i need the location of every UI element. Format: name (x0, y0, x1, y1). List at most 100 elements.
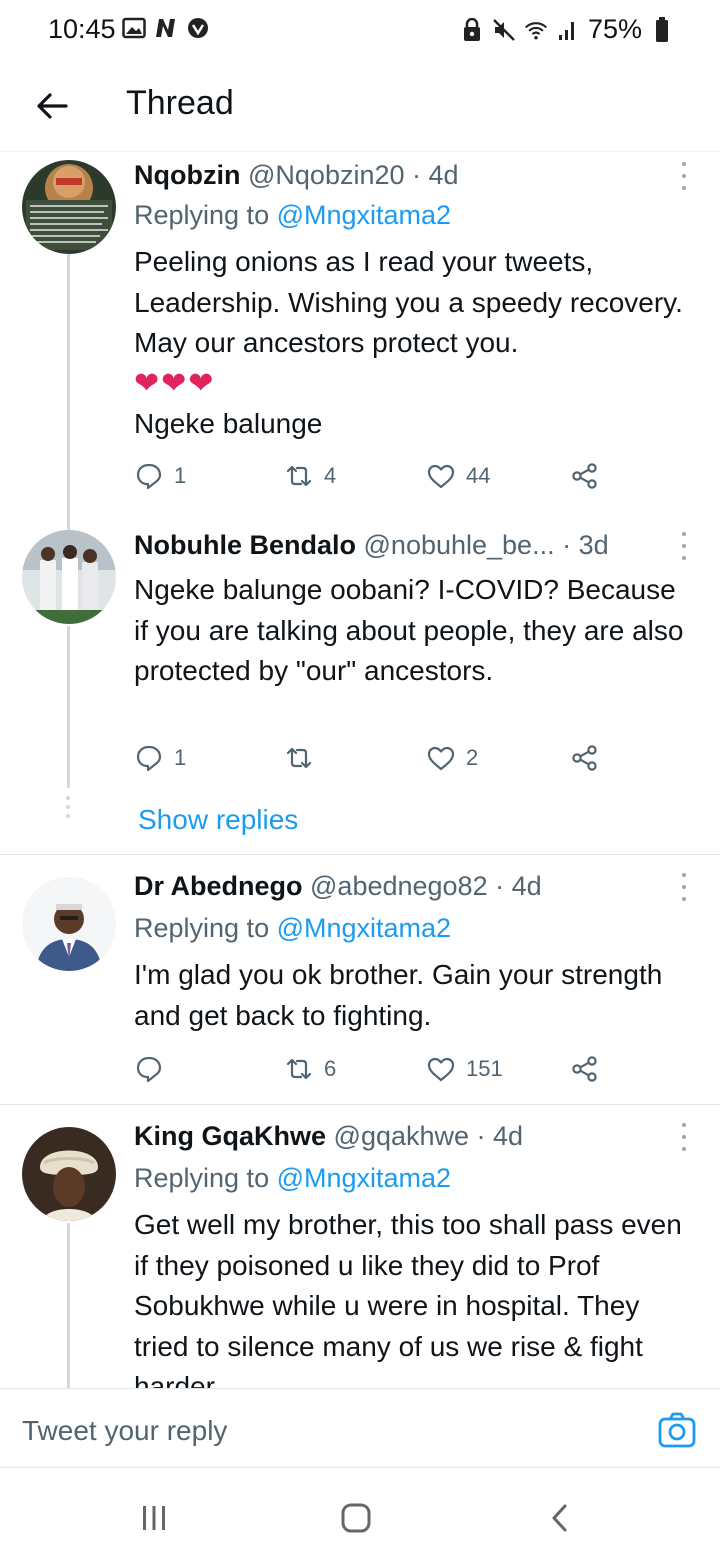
show-replies-link[interactable]: Show replies (138, 804, 298, 836)
thread-connector (67, 1223, 70, 1388)
tweet-text: I'm glad you ok brother. Gain your stren… (134, 959, 663, 1031)
replying-prefix: Replying to (134, 913, 277, 943)
reply-icon (136, 745, 162, 772)
thread-connector (67, 514, 70, 530)
tweet[interactable]: Nobuhle Bendalo @nobuhle_be... · 3d Ngek… (0, 514, 720, 854)
share-button[interactable] (570, 458, 600, 494)
tweet-actions: 1 2 (134, 740, 614, 776)
tweet-text: Get well my brother, this too shall pass… (134, 1209, 682, 1388)
replying-handle[interactable]: @Mngxitama2 (277, 1163, 451, 1193)
avatar[interactable] (22, 160, 116, 254)
replying-prefix: Replying to (134, 200, 277, 230)
reply-composer (0, 1388, 720, 1468)
reply-icon (136, 463, 162, 490)
tweet-header: King GqaKhwe @gqakhwe · 4d (134, 1121, 668, 1152)
app-header: Thread (0, 58, 720, 152)
tweet-text-line: Ngeke balunge (134, 407, 323, 439)
tweet[interactable]: Dr Abednego @abednego82 · 4d Replying to… (0, 854, 720, 1104)
thread-gap-dots (66, 796, 70, 818)
page-title: Thread (126, 84, 234, 122)
back-arrow-icon[interactable] (32, 86, 72, 126)
tweet-actions: 1 4 44 (134, 458, 614, 494)
wifi-icon (524, 18, 548, 42)
reply-count: 1 (174, 745, 187, 770)
recent-apps-icon[interactable] (134, 1502, 174, 1534)
retweet-count: 6 (324, 1056, 337, 1081)
tweet-reply-input[interactable] (22, 1415, 582, 1447)
replying-to: Replying to @Mngxitama2 (134, 200, 451, 231)
replying-to: Replying to @Mngxitama2 (134, 1163, 451, 1194)
retweet-button[interactable] (284, 740, 324, 776)
display-name[interactable]: Nqobzin (134, 160, 240, 190)
heart-icon (427, 464, 455, 489)
retweet-button[interactable]: 6 (284, 1051, 336, 1087)
home-icon[interactable] (336, 1502, 376, 1534)
system-nav-bar (0, 1468, 720, 1560)
status-time: 10:45 (48, 14, 116, 44)
reply-icon (136, 1056, 162, 1083)
handle-time: @gqakhwe · 4d (333, 1121, 524, 1151)
display-name[interactable]: King GqaKhwe (134, 1121, 326, 1151)
back-nav-icon[interactable] (540, 1502, 580, 1534)
like-button[interactable]: 151 (426, 1051, 503, 1087)
share-button[interactable] (570, 1051, 600, 1087)
reply-button[interactable]: 1 (134, 740, 186, 776)
like-button[interactable]: 2 (426, 740, 478, 776)
avatar[interactable] (22, 530, 116, 624)
avatar[interactable] (22, 1127, 116, 1221)
reply-button[interactable] (134, 1051, 174, 1087)
vpn-icon (186, 16, 210, 40)
retweet-icon (286, 747, 312, 769)
status-right: 75% (460, 14, 674, 45)
more-options-icon[interactable] (676, 1123, 692, 1151)
more-options-icon[interactable] (676, 162, 692, 190)
share-icon (572, 1056, 597, 1082)
display-name[interactable]: Dr Abednego (134, 871, 303, 901)
handle-time: @nobuhle_be... · 3d (363, 530, 609, 560)
reply-count: 1 (174, 463, 187, 488)
like-count: 2 (466, 745, 479, 770)
tweet-text: Ngeke balunge oobani? I-COVID? Because i… (134, 574, 684, 686)
signal-icon (556, 18, 580, 42)
display-name[interactable]: Nobuhle Bendalo (134, 530, 356, 560)
mute-icon (492, 18, 516, 42)
avatar[interactable] (22, 877, 116, 971)
battery-icon (650, 16, 674, 42)
more-options-icon[interactable] (676, 532, 692, 560)
tweet-text-line: Peeling onions as I read your tweets, Le… (134, 246, 683, 358)
status-left-icons (122, 16, 210, 40)
replying-handle[interactable]: @Mngxitama2 (277, 200, 451, 230)
heart-emojis: ❤❤❤ (134, 366, 216, 400)
replying-prefix: Replying to (134, 1163, 277, 1193)
thread-connector (67, 626, 70, 788)
gallery-icon (122, 16, 146, 40)
tweet[interactable]: King GqaKhwe @gqakhwe · 4d Replying to @… (0, 1104, 720, 1388)
replying-to: Replying to @Mngxitama2 (134, 913, 451, 944)
handle-time: @Nqobzin20 · 4d (248, 160, 459, 190)
reply-button[interactable]: 1 (134, 458, 186, 494)
retweet-button[interactable]: 4 (284, 458, 336, 494)
battery-percent: 75% (587, 14, 642, 44)
tweet-header: Dr Abednego @abednego82 · 4d (134, 871, 668, 902)
like-count: 44 (466, 463, 491, 488)
status-bar: 10:45 75% (0, 0, 720, 58)
tweet-actions: 6 151 (134, 1051, 614, 1087)
tweet[interactable]: Nqobzin @Nqobzin20 · 4d Replying to @Mng… (0, 152, 720, 514)
share-button[interactable] (570, 740, 600, 776)
thread-list: Nqobzin @Nqobzin20 · 4d Replying to @Mng… (0, 152, 720, 1388)
retweet-count: 4 (324, 463, 337, 488)
like-button[interactable]: 44 (426, 458, 490, 494)
retweet-icon (286, 465, 312, 487)
n-app-icon (154, 16, 178, 40)
heart-icon (427, 1057, 455, 1082)
more-options-icon[interactable] (676, 873, 692, 901)
thread-connector (67, 254, 70, 514)
camera-icon[interactable] (658, 1411, 696, 1449)
replying-handle[interactable]: @Mngxitama2 (277, 913, 451, 943)
tweet-header: Nobuhle Bendalo @nobuhle_be... · 3d (134, 530, 668, 561)
tweet-text: Peeling onions as I read your tweets, Le… (134, 242, 696, 444)
heart-icon (427, 746, 455, 771)
share-icon (572, 463, 597, 489)
tweet-header: Nqobzin @Nqobzin20 · 4d (134, 160, 668, 191)
retweet-icon (286, 1058, 312, 1080)
